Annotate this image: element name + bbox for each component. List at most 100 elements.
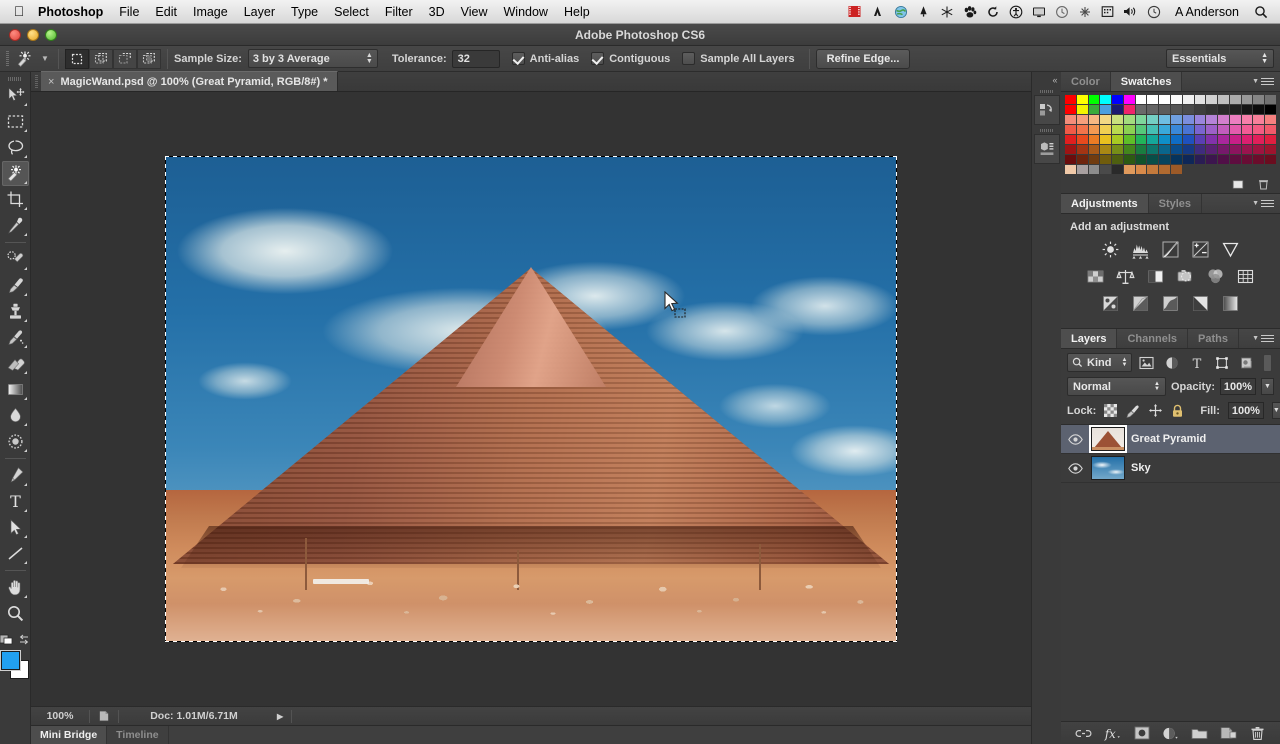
color-swatch[interactable] [1170, 165, 1182, 174]
paw-icon[interactable] [958, 0, 981, 24]
opacity-input[interactable]: 100% [1220, 378, 1256, 395]
color-swatch[interactable] [1253, 145, 1265, 154]
exposure-icon[interactable] [1190, 239, 1211, 259]
color-swatch[interactable] [1135, 105, 1147, 114]
color-swatch[interactable] [1182, 115, 1194, 124]
color-swatch[interactable] [1147, 145, 1159, 154]
type-tool[interactable]: T [2, 489, 29, 514]
color-swatch[interactable] [1159, 135, 1170, 144]
shape-filter-icon[interactable] [1212, 353, 1233, 372]
canvas-viewport[interactable] [31, 92, 1031, 706]
menu-image[interactable]: Image [185, 0, 236, 24]
menu-window[interactable]: Window [496, 0, 556, 24]
color-swatch[interactable] [1100, 105, 1112, 114]
lock-position-icon[interactable] [1148, 403, 1163, 418]
smartobject-filter-icon[interactable] [1237, 353, 1258, 372]
color-swatch[interactable] [1076, 165, 1088, 174]
default-colors-icon[interactable] [0, 633, 14, 645]
move-icon[interactable] [1073, 0, 1096, 24]
color-swatch[interactable] [1229, 145, 1241, 154]
blur-tool[interactable] [2, 403, 29, 428]
invert-icon[interactable] [1100, 293, 1121, 313]
color-swatch[interactable] [1159, 155, 1170, 164]
zoom-tool[interactable] [2, 601, 29, 626]
selective-color-icon[interactable] [1220, 293, 1241, 313]
type-filter-icon[interactable]: T [1187, 353, 1208, 372]
color-swatch[interactable] [1194, 165, 1206, 174]
document-tab[interactable]: × MagicWand.psd @ 100% (Great Pyramid, R… [41, 71, 338, 91]
color-swatch[interactable] [1241, 145, 1253, 154]
link-layers-icon[interactable] [1075, 724, 1093, 742]
layer-thumbnail[interactable] [1091, 427, 1125, 451]
eraser-tool[interactable] [2, 351, 29, 376]
magic-wand-tool[interactable] [1, 161, 29, 186]
color-swatch[interactable] [1123, 105, 1135, 114]
tab-timeline[interactable]: Timeline [106, 726, 168, 744]
color-swatch[interactable] [1076, 95, 1088, 104]
gradient-tool[interactable] [2, 377, 29, 402]
color-swatch[interactable] [1147, 135, 1159, 144]
color-swatch[interactable] [1135, 135, 1147, 144]
color-swatch[interactable] [1147, 165, 1159, 174]
pixel-filter-icon[interactable] [1136, 353, 1157, 372]
adobe-icon[interactable] [866, 0, 889, 24]
volume-icon[interactable] [1119, 0, 1142, 24]
color-swatch[interactable] [1135, 95, 1147, 104]
color-swatch[interactable] [1088, 105, 1100, 114]
swatches-panel-menu-button[interactable]: ▼ [1252, 72, 1280, 91]
zoom-level[interactable]: 100% [31, 707, 89, 726]
tabstrip-grip[interactable] [31, 71, 41, 91]
opacity-slider-chevron-icon[interactable]: ▼ [1261, 378, 1274, 395]
clock-icon[interactable] [1050, 0, 1073, 24]
color-swatch[interactable] [1253, 115, 1265, 124]
tab-layers[interactable]: Layers [1061, 329, 1118, 348]
swatch-grid[interactable] [1061, 92, 1280, 176]
color-swatch[interactable] [1076, 145, 1088, 154]
color-swatch[interactable] [1218, 155, 1229, 164]
color-swatch[interactable] [1088, 125, 1100, 134]
color-balance-icon[interactable] [1115, 266, 1136, 286]
bell-icon[interactable] [912, 0, 935, 24]
color-swatch[interactable] [1194, 135, 1206, 144]
black-white-icon[interactable] [1145, 266, 1166, 286]
color-swatch[interactable] [1100, 165, 1112, 174]
color-swatch[interactable] [1265, 105, 1276, 114]
color-swatch[interactable] [1065, 155, 1076, 164]
curves-icon[interactable] [1160, 239, 1181, 259]
color-swatch[interactable] [1112, 135, 1123, 144]
tab-channels[interactable]: Channels [1117, 329, 1188, 348]
color-swatch[interactable] [1206, 115, 1218, 124]
tab-adjustments[interactable]: Adjustments [1061, 194, 1149, 213]
layer-visibility-icon[interactable] [1065, 425, 1085, 454]
color-swatch[interactable] [1100, 145, 1112, 154]
color-swatch[interactable] [1123, 135, 1135, 144]
color-swatch[interactable] [1100, 95, 1112, 104]
color-swatch[interactable] [1194, 155, 1206, 164]
color-swatch[interactable] [1088, 115, 1100, 124]
layer-name[interactable]: Sky [1131, 462, 1151, 474]
color-swatch[interactable] [1265, 165, 1276, 174]
color-swatch[interactable] [1065, 145, 1076, 154]
brightness-contrast-icon[interactable] [1100, 239, 1121, 259]
color-swatch[interactable] [1194, 145, 1206, 154]
color-swatch[interactable] [1170, 155, 1182, 164]
snowflake-icon[interactable] [935, 0, 958, 24]
menu-file[interactable]: File [111, 0, 147, 24]
color-swatch[interactable] [1076, 125, 1088, 134]
screenflow-icon[interactable] [843, 0, 866, 24]
move-tool[interactable] [2, 83, 29, 108]
foreground-color-swatch[interactable] [1, 651, 20, 670]
clone-stamp-tool[interactable] [2, 299, 29, 324]
posterize-icon[interactable] [1130, 293, 1151, 313]
new-selection-button[interactable] [65, 48, 89, 69]
color-swatch[interactable] [1100, 115, 1112, 124]
color-swatch[interactable] [1218, 105, 1229, 114]
rectangular-marquee-tool[interactable] [2, 109, 29, 134]
status-expand-arrow-icon[interactable]: ▶ [269, 707, 291, 726]
anti-alias-checkbox[interactable]: Anti-alias [511, 52, 579, 65]
tab-paths[interactable]: Paths [1188, 329, 1239, 348]
color-swatch[interactable] [1241, 125, 1253, 134]
color-swatch[interactable] [1229, 95, 1241, 104]
color-swatch[interactable] [1241, 95, 1253, 104]
apple-logo-icon[interactable]:  [8, 4, 30, 20]
